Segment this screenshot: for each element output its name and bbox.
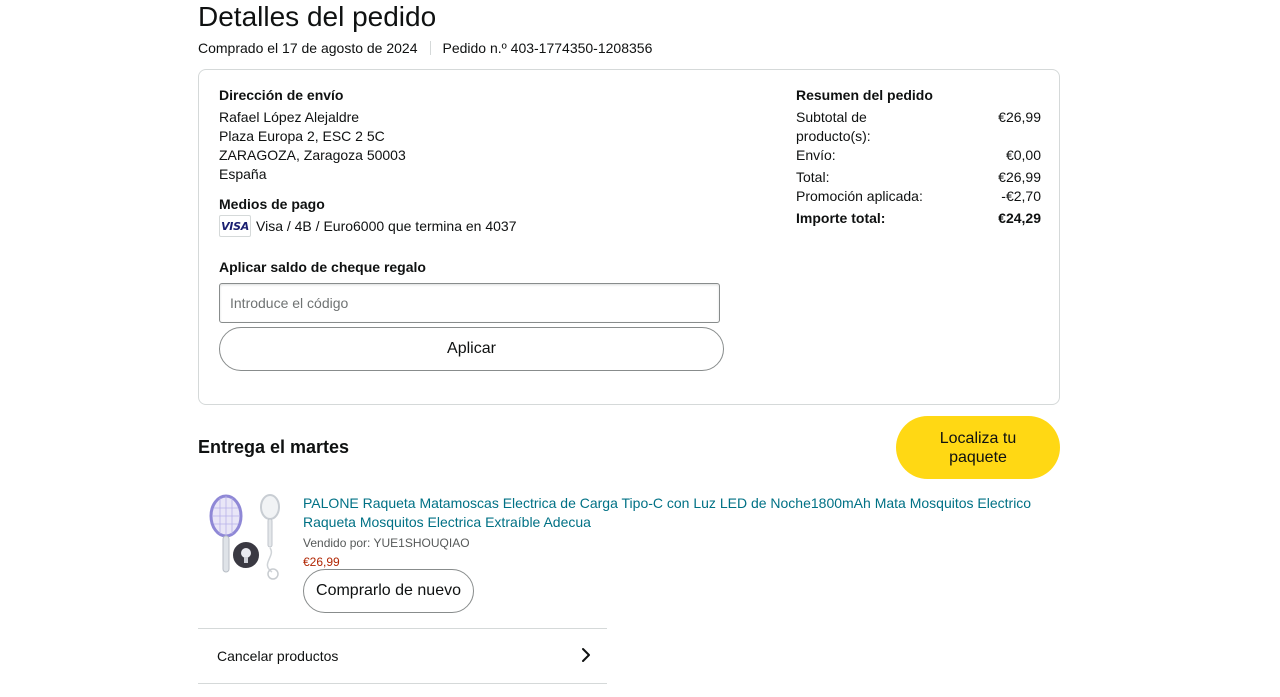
product-seller: Vendido por: YUE1SHOUQIAO	[303, 536, 470, 550]
cancel-products-row[interactable]: Cancelar productos	[198, 628, 607, 684]
order-number: Pedido n.º 403-1774350-1208356	[442, 40, 653, 56]
address-name: Rafael López Alejaldre	[219, 109, 360, 125]
product-title-link[interactable]: PALONE Raqueta Matamoscas Electrica de C…	[303, 494, 1043, 532]
payment-card-text: Visa / 4B / Euro6000 que termina en 4037	[256, 218, 517, 234]
summary-value: -€2,70	[1001, 188, 1041, 204]
product-price: €26,99	[303, 555, 340, 569]
purchase-date: Comprado el 17 de agosto de 2024	[198, 40, 418, 56]
product-info: PALONE Raqueta Matamoscas Electrica de C…	[303, 494, 1043, 570]
order-meta: Comprado el 17 de agosto de 2024 Pedido …	[198, 38, 652, 58]
gift-card-heading: Aplicar saldo de cheque regalo	[219, 259, 426, 275]
summary-label: Total:	[796, 169, 830, 185]
gift-code-input[interactable]	[219, 283, 720, 323]
summary-value: €26,99	[998, 109, 1041, 125]
summary-row-shipping: Envío: €0,00	[796, 146, 1041, 165]
summary-label: Envío:	[796, 147, 836, 163]
summary-label: Promoción aplicada:	[796, 188, 923, 204]
address-city: ZARAGOZA, Zaragoza 50003	[219, 147, 406, 163]
page-title: Detalles del pedido	[198, 1, 437, 32]
shipping-address: Dirección de envío Rafael López Alejaldr…	[219, 85, 406, 184]
address-country: España	[219, 166, 267, 182]
visa-icon: VISA	[219, 215, 251, 237]
payment-card-row: VISA Visa / 4B / Euro6000 que termina en…	[219, 215, 516, 237]
cancel-products-label: Cancelar productos	[217, 648, 339, 664]
meta-divider	[429, 41, 431, 55]
payment-heading: Medios de pago	[219, 196, 325, 212]
payment-method: Medios de pago VISA Visa / 4B / Euro6000…	[219, 194, 516, 237]
apply-gift-button[interactable]: Aplicar	[219, 327, 724, 371]
summary-row-promotion: Promoción aplicada: -€2,70	[796, 187, 1041, 206]
track-package-button[interactable]: Localiza tu paquete	[896, 416, 1060, 479]
summary-value: €0,00	[1005, 147, 1041, 163]
order-details-page: Detalles del pedido Comprado el 17 de ag…	[0, 0, 1280, 697]
summary-row-subtotal: Subtotal de producto(s): €26,99	[796, 108, 1041, 146]
summary-label: Importe total:	[796, 210, 886, 226]
summary-heading: Resumen del pedido	[796, 87, 933, 103]
summary-row-total: Total: €26,99	[796, 168, 1041, 187]
order-summary: Resumen del pedido Subtotal de producto(…	[796, 85, 1041, 228]
summary-label: Subtotal de producto(s):	[796, 109, 871, 144]
buy-again-button[interactable]: Comprarlo de nuevo	[303, 569, 474, 613]
summary-row-grand-total: Importe total: €24,29	[796, 209, 1041, 228]
summary-value: €24,29	[998, 210, 1041, 226]
chevron-right-icon	[581, 647, 591, 666]
address-street: Plaza Europa 2, ESC 2 5C	[219, 128, 385, 144]
shipping-heading: Dirección de envío	[219, 87, 344, 103]
product-image[interactable]	[200, 490, 286, 582]
summary-value: €26,99	[998, 169, 1041, 185]
delivery-title: Entrega el martes	[198, 437, 350, 457]
order-info-box: Dirección de envío Rafael López Alejaldr…	[198, 69, 1060, 405]
